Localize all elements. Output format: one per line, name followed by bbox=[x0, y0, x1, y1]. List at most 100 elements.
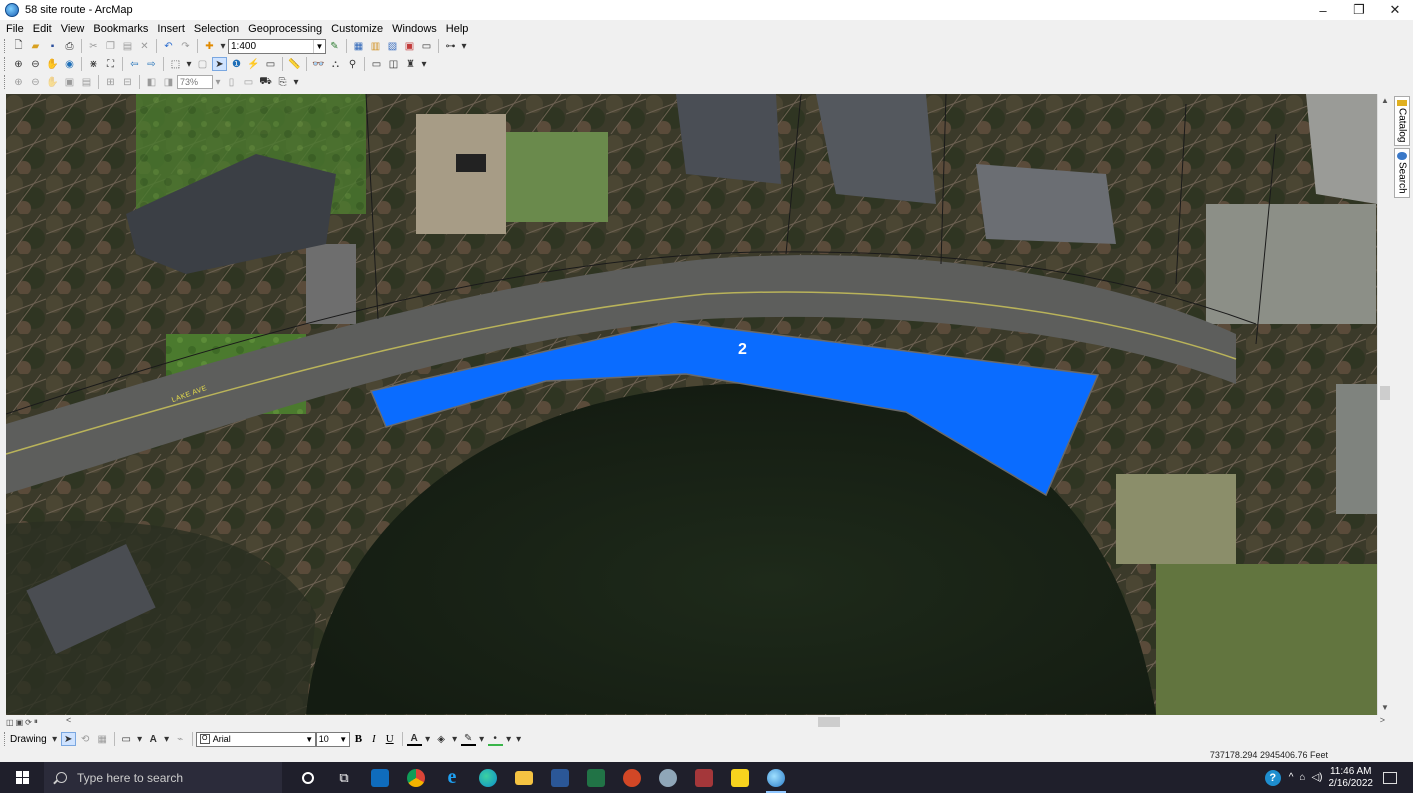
toggle-draft-mode-icon[interactable]: ▯ bbox=[224, 75, 239, 89]
bold-button[interactable]: B bbox=[355, 733, 362, 745]
toolbar-options-icon[interactable]: ▾ bbox=[292, 75, 300, 89]
menu-edit[interactable]: Edit bbox=[33, 23, 52, 35]
font-size-combo[interactable]: 10 ▼ bbox=[315, 731, 350, 747]
pause-drawing-icon[interactable]: ⏸ bbox=[34, 717, 38, 727]
cortana-icon[interactable] bbox=[290, 762, 326, 793]
excel-icon[interactable] bbox=[578, 762, 614, 793]
drawing-menu-dropdown-icon[interactable]: ▾ bbox=[51, 732, 59, 746]
pan-hand-icon[interactable]: ✋ bbox=[45, 57, 60, 71]
marker-color-icon[interactable]: • bbox=[487, 732, 503, 746]
toolbar-grip[interactable] bbox=[4, 57, 7, 71]
font-color-icon[interactable]: A bbox=[406, 732, 422, 746]
data-driven-pages-icon[interactable]: ⎘ bbox=[275, 75, 290, 89]
catalog-window-icon[interactable]: ▥ bbox=[368, 39, 383, 53]
menu-view[interactable]: View bbox=[61, 23, 85, 35]
create-viewer-window-icon[interactable]: ◫ bbox=[386, 57, 401, 71]
hyperlink-icon[interactable]: ⚡ bbox=[246, 57, 261, 71]
zoom-whole-page-icon[interactable]: ▣ bbox=[62, 75, 77, 89]
menu-help[interactable]: Help bbox=[446, 23, 469, 35]
volume-icon[interactable]: ◁) bbox=[1311, 772, 1322, 783]
modelbuilder-icon[interactable]: ⊶ bbox=[443, 39, 458, 53]
select-elements-icon[interactable]: ➤ bbox=[60, 732, 76, 746]
powerpoint-icon[interactable] bbox=[614, 762, 650, 793]
outlook-icon[interactable] bbox=[362, 762, 398, 793]
delete-icon[interactable]: ✕ bbox=[137, 39, 152, 53]
search-window-icon[interactable]: ▧ bbox=[385, 39, 400, 53]
menu-selection[interactable]: Selection bbox=[194, 23, 239, 35]
next-extent-layout-icon[interactable]: ◨ bbox=[161, 75, 176, 89]
zoom-to-selected-elements-icon[interactable]: ▦ bbox=[95, 732, 110, 746]
word-icon[interactable] bbox=[542, 762, 578, 793]
line-color-dropdown-icon[interactable]: ▾ bbox=[478, 732, 486, 746]
sticky-notes-icon[interactable] bbox=[722, 762, 758, 793]
text-dropdown-icon[interactable]: ▾ bbox=[163, 732, 171, 746]
scroll-left-icon[interactable]: < bbox=[66, 715, 71, 725]
toolbar-grip[interactable] bbox=[4, 75, 7, 89]
redo-icon[interactable]: ↷ bbox=[178, 39, 193, 53]
notifications-icon[interactable] bbox=[1383, 771, 1397, 784]
focus-data-frame-icon[interactable]: ▭ bbox=[241, 75, 256, 89]
arcgis-pro-icon[interactable] bbox=[650, 762, 686, 793]
clear-selection-icon[interactable]: ▢ bbox=[195, 57, 210, 71]
zoom-out-icon[interactable]: ⊖ bbox=[28, 57, 43, 71]
change-layout-icon[interactable]: ⛟ bbox=[258, 75, 273, 89]
map-display[interactable]: 2 LAKE AVE bbox=[6, 94, 1377, 715]
search-tab[interactable]: Search bbox=[1394, 148, 1410, 198]
time-slider-icon[interactable]: ▭ bbox=[369, 57, 384, 71]
fixed-zoom-in-layout-icon[interactable]: ⊞ bbox=[103, 75, 118, 89]
add-data-dropdown-icon[interactable]: ▾ bbox=[219, 39, 227, 53]
undo-icon[interactable]: ↶ bbox=[161, 39, 176, 53]
data-view-icon[interactable]: ◫ bbox=[6, 718, 14, 727]
layout-pan-icon[interactable]: ✋ bbox=[45, 75, 60, 89]
marker-color-dropdown-icon[interactable]: ▾ bbox=[505, 732, 513, 746]
previous-extent-layout-icon[interactable]: ◧ bbox=[144, 75, 159, 89]
editor-toolbar-icon[interactable]: ✎ bbox=[327, 39, 342, 53]
copy-icon[interactable]: ❐ bbox=[103, 39, 118, 53]
font-name-combo[interactable]: O Arial ▼ bbox=[195, 731, 316, 747]
taskbar-search[interactable]: Type here to search bbox=[44, 762, 282, 793]
add-data-icon[interactable]: ✚ bbox=[202, 39, 217, 53]
select-elements-icon[interactable]: ➤ bbox=[212, 57, 227, 71]
save-icon[interactable]: ▪ bbox=[45, 39, 60, 53]
file-explorer-icon[interactable] bbox=[506, 762, 542, 793]
fixed-zoom-out-layout-icon[interactable]: ⊟ bbox=[120, 75, 135, 89]
font-color-dropdown-icon[interactable]: ▾ bbox=[424, 732, 432, 746]
menu-bookmarks[interactable]: Bookmarks bbox=[93, 23, 148, 35]
find-route-icon[interactable]: ⛬ bbox=[328, 57, 343, 71]
layout-zoom-combo[interactable]: 73% bbox=[177, 75, 213, 89]
forward-arrow-icon[interactable]: ⇨ bbox=[144, 57, 159, 71]
chevron-down-icon[interactable]: ▼ bbox=[304, 733, 315, 746]
python-window-icon[interactable]: ▭ bbox=[419, 39, 434, 53]
map-vertical-scrollbar[interactable]: ▲ ▼ bbox=[1377, 94, 1391, 715]
access-icon[interactable] bbox=[686, 762, 722, 793]
select-features-icon[interactable]: ⬚ bbox=[168, 57, 183, 71]
text-icon[interactable]: A bbox=[146, 732, 161, 746]
table-of-contents-icon[interactable]: ▦ bbox=[351, 39, 366, 53]
fill-color-icon[interactable]: ◈ bbox=[434, 732, 449, 746]
measure-icon[interactable]: 📏 bbox=[287, 57, 302, 71]
paste-icon[interactable]: ▤ bbox=[120, 39, 135, 53]
back-arrow-icon[interactable]: ⇦ bbox=[127, 57, 142, 71]
edge-icon[interactable] bbox=[470, 762, 506, 793]
full-extent-icon[interactable]: ◉ bbox=[62, 57, 77, 71]
chevron-down-icon[interactable]: ▾ bbox=[214, 75, 222, 89]
cut-icon[interactable]: ✂ bbox=[86, 39, 101, 53]
toolbar-options-icon[interactable]: ▾ bbox=[515, 732, 523, 746]
scroll-down-icon[interactable]: ▼ bbox=[1378, 701, 1392, 715]
network-icon[interactable]: ⌂ bbox=[1299, 772, 1305, 783]
layout-zoom-out-icon[interactable]: ⊖ bbox=[28, 75, 43, 89]
zoom-100-icon[interactable]: ▤ bbox=[79, 75, 94, 89]
arcmap-taskbar-icon[interactable] bbox=[758, 762, 794, 793]
catalog-tab[interactable]: Catalog bbox=[1394, 96, 1410, 146]
minimize-button[interactable]: – bbox=[1305, 0, 1341, 20]
show-hidden-icons-icon[interactable]: ^ bbox=[1289, 772, 1294, 783]
arctoolbox-icon[interactable]: ▣ bbox=[402, 39, 417, 53]
help-icon[interactable]: ? bbox=[1264, 769, 1281, 786]
italic-button[interactable]: I bbox=[372, 733, 376, 745]
chevron-down-icon[interactable]: ▼ bbox=[338, 733, 349, 746]
menu-insert[interactable]: Insert bbox=[157, 23, 185, 35]
taskbar-clock[interactable]: 11:46 AM 2/16/2022 bbox=[1329, 766, 1374, 790]
menu-geoprocessing[interactable]: Geoprocessing bbox=[248, 23, 322, 35]
restore-button[interactable]: ❐ bbox=[1341, 0, 1377, 20]
start-button[interactable] bbox=[0, 762, 44, 793]
